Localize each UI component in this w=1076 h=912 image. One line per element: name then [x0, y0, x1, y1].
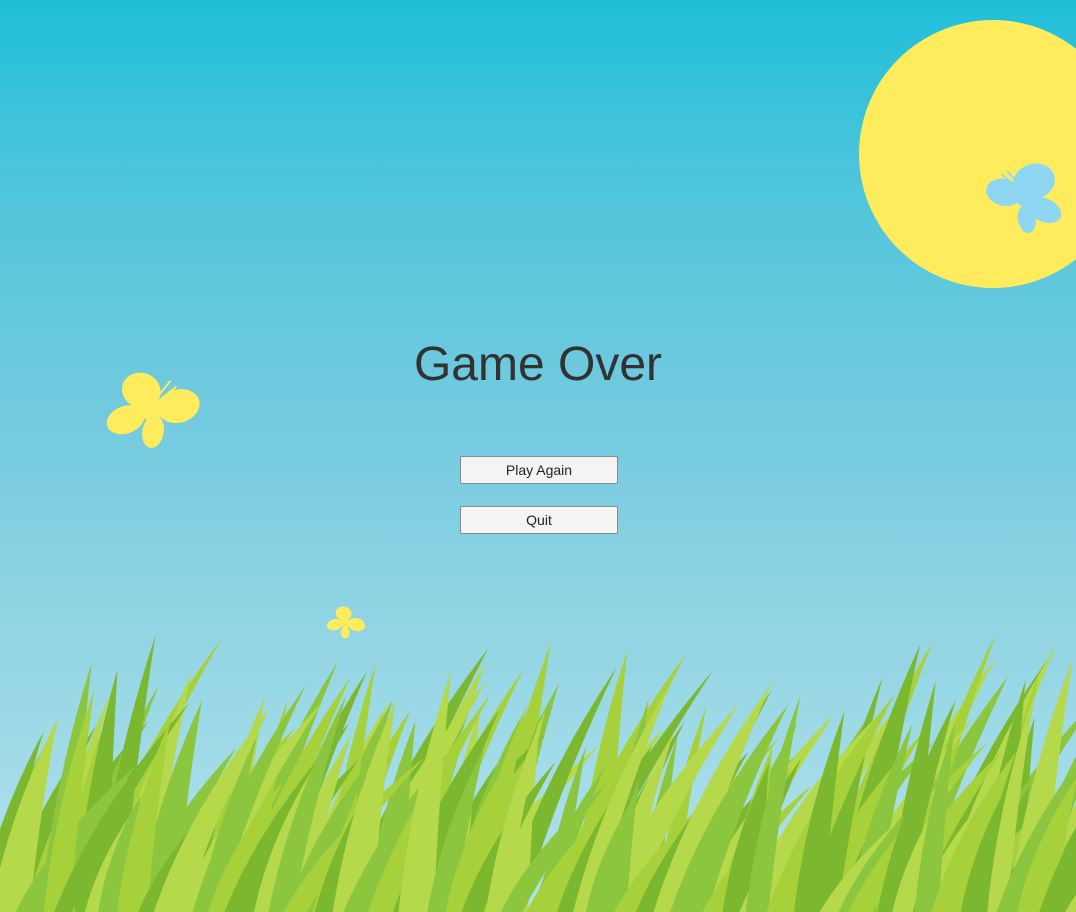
quit-button[interactable]: Quit [460, 506, 618, 534]
butterfly-blue [986, 163, 1062, 234]
grass-blades [0, 633, 1076, 912]
grass [0, 633, 1076, 912]
game-scene: Game Over Play Again Quit [0, 0, 1076, 912]
game-over-title: Game Over [413, 338, 663, 391]
play-again-button[interactable]: Play Again [460, 456, 618, 484]
sun [859, 20, 1076, 288]
